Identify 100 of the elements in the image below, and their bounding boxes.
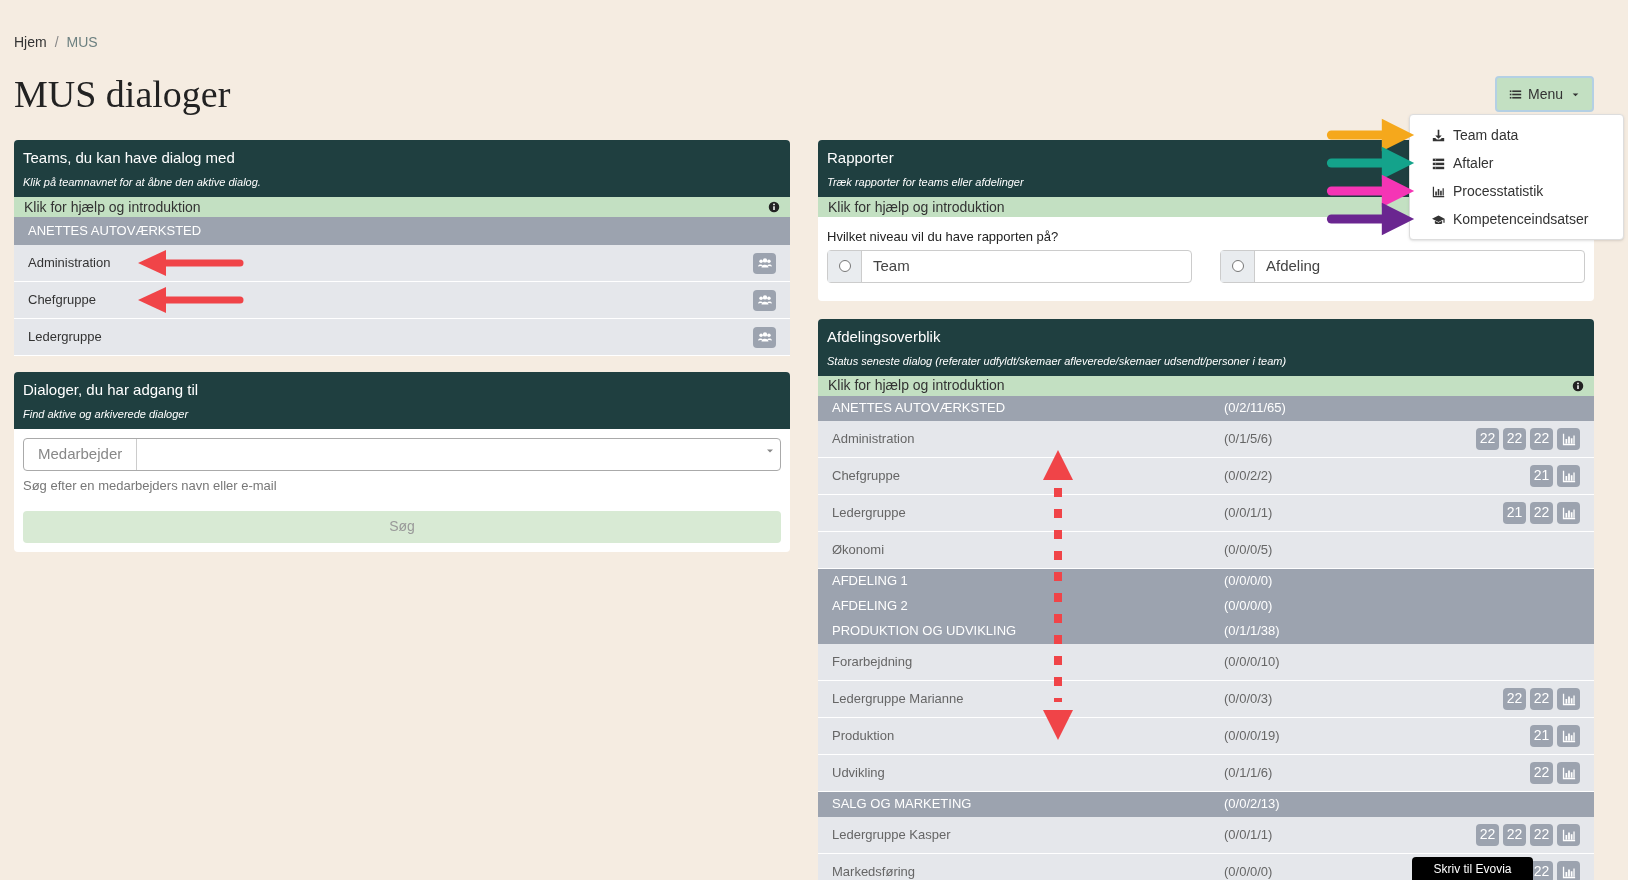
bar-chart-icon (1561, 431, 1576, 446)
radio-option[interactable]: Afdeling (1220, 249, 1585, 283)
help-link[interactable]: Klik for hjælp og introduktion (828, 375, 1005, 396)
chart-button[interactable] (1557, 860, 1580, 880)
users-icon (757, 256, 772, 270)
team-status: (0/0/0/5) (1224, 540, 1273, 559)
option-label: Afdeling (1265, 255, 1322, 276)
help-link[interactable]: Klik for hjælp og introduktion (828, 196, 1005, 218)
help-link[interactable]: Klik for hjælp og introduktion (24, 196, 201, 218)
bar-chart-icon (1561, 765, 1576, 780)
chart-button[interactable] (1557, 761, 1580, 784)
team-name[interactable]: Chefgruppe (28, 290, 96, 310)
team-row[interactable]: Ledergruppe (0/0/1/1) 21 22 (818, 494, 1594, 532)
team-row[interactable]: Forarbejdning (0/0/0/10) (818, 643, 1594, 681)
dialog-button[interactable]: 22 (1476, 823, 1499, 846)
breadcrumb-link[interactable]: MUS (66, 31, 98, 53)
team-name[interactable]: Produktion (832, 725, 1224, 746)
bar-chart-icon (1561, 468, 1576, 483)
chart-button[interactable] (1557, 464, 1580, 487)
team-row[interactable]: Ledergruppe (14, 319, 790, 356)
help-bar[interactable]: Klik for hjælp og introduktion (818, 375, 1594, 396)
team-name[interactable]: Chefgruppe (832, 465, 1224, 486)
chart-button[interactable] (1557, 823, 1580, 846)
team-row[interactable]: Ledergruppe Marianne (0/0/0/3) 22 22 (818, 680, 1594, 718)
chart-button[interactable] (1557, 724, 1580, 747)
radio-button[interactable] (1231, 260, 1244, 272)
radio-option[interactable]: Team (827, 249, 1192, 283)
dialog-button[interactable]: 21 (1530, 724, 1553, 747)
team-status: (0/0/0/19) (1224, 726, 1280, 745)
question-text: Hvilket niveau vil du have rapporten på? (827, 228, 1059, 246)
team-row[interactable]: Administration (14, 245, 790, 282)
panel-title: Rapporter (827, 148, 894, 168)
team-row[interactable]: Produktion (0/0/0/19) 21 (818, 717, 1594, 755)
caret-icon (766, 447, 774, 455)
team-row[interactable]: Chefgruppe (0/0/2/2) 21 (818, 457, 1594, 495)
dialog-button[interactable]: 22 (1530, 427, 1553, 450)
bar-chart-icon (1561, 691, 1576, 706)
menu-button[interactable]: Menu (1494, 76, 1594, 112)
dialog-button[interactable]: 21 (1503, 501, 1526, 524)
group-status: (0/0/0/0) (1224, 597, 1274, 616)
group-name: SALG OG MARKETING (832, 795, 973, 814)
team-row[interactable]: Udvikling (0/1/1/6) 22 (818, 754, 1594, 792)
team-name[interactable]: Markedsføring (832, 861, 1224, 880)
option-label: Team (872, 255, 911, 276)
radio-button[interactable] (838, 260, 851, 272)
dialog-button[interactable]: 22 (1503, 687, 1526, 710)
bar-chart-icon (1561, 827, 1576, 842)
chart-button[interactable] (1557, 427, 1580, 450)
dialog-button[interactable]: 22 (1530, 823, 1553, 846)
menu-item[interactable]: Team data (1410, 121, 1623, 149)
team-button[interactable] (753, 289, 776, 311)
group-name: AFDELING 2 (832, 597, 909, 616)
help-bar[interactable]: Klik for hjælp og introduktion (14, 197, 790, 217)
team-name[interactable]: Udvikling (832, 762, 1224, 783)
panel-title: Teams, du kan have dialog med (23, 148, 235, 168)
bar-chart-icon (1561, 864, 1576, 879)
list-icon (1432, 156, 1445, 170)
team-name[interactable]: Økonomi (832, 539, 1224, 560)
chat-button[interactable]: Skriv til Evovia (1412, 857, 1533, 880)
team-row[interactable]: Administration (0/1/5/6) 22 22 22 (818, 420, 1594, 458)
dialog-button[interactable]: 21 (1530, 464, 1553, 487)
team-row[interactable]: Chefgruppe (14, 282, 790, 319)
team-row[interactable]: Økonomi (0/0/0/5) (818, 531, 1594, 569)
field-hint: Søg efter en medarbejders navn eller e-mail (23, 477, 278, 495)
dialog-button[interactable]: 22 (1476, 427, 1499, 450)
bar-chart-icon (1432, 184, 1445, 198)
team-button[interactable] (753, 252, 776, 274)
dialog-button[interactable]: 22 (1530, 687, 1553, 710)
team-name[interactable]: Ledergruppe (832, 502, 1224, 523)
team-name[interactable]: Administration (832, 428, 1224, 449)
chart-button[interactable] (1557, 687, 1580, 710)
panel-subtitle: Status seneste dialog (referater udfyldt/skemaer afleverede/skemaer udsendt/personer i team) (827, 353, 1287, 368)
users-icon (757, 330, 772, 344)
bar-chart-icon (1561, 728, 1576, 743)
team-name[interactable]: Administration (28, 253, 111, 273)
dialog-button[interactable]: 22 (1503, 823, 1526, 846)
team-button[interactable] (753, 326, 776, 348)
team-status: (0/1/5/6) (1224, 429, 1273, 448)
menu-item[interactable]: Aftaler (1410, 149, 1623, 177)
team-row[interactable]: Ledergruppe Kasper (0/0/1/1) 22 22 22 (818, 816, 1594, 854)
team-status: (0/0/0/10) (1224, 652, 1280, 671)
chart-button[interactable] (1557, 501, 1580, 524)
team-name[interactable]: Ledergruppe Marianne (832, 688, 1224, 709)
breadcrumb-link[interactable]: Hjem (14, 31, 47, 53)
users-icon (757, 293, 772, 307)
group-status: (0/1/1/38) (1224, 622, 1281, 641)
breadcrumb-separator: / (54, 32, 59, 52)
list-icon (1508, 87, 1522, 101)
dialog-button[interactable]: 22 (1530, 761, 1553, 784)
team-status: (0/0/0/3) (1224, 689, 1273, 708)
team-name[interactable]: Forarbejdning (832, 651, 1224, 672)
download-icon (1432, 128, 1445, 142)
dialog-button[interactable]: 22 (1530, 501, 1553, 524)
select-field[interactable]: Medarbejder (23, 438, 781, 471)
dialog-button[interactable]: 22 (1503, 427, 1526, 450)
group-name: PRODUKTION OG UDVIKLING (832, 622, 1018, 641)
panel-subtitle: Træk rapporter for teams eller afdelinger (827, 175, 1024, 189)
team-name[interactable]: Ledergruppe (28, 327, 102, 347)
team-name[interactable]: Ledergruppe Kasper (832, 824, 1224, 845)
group-name: ANETTES AUTOVÆRKSTED (28, 222, 202, 241)
